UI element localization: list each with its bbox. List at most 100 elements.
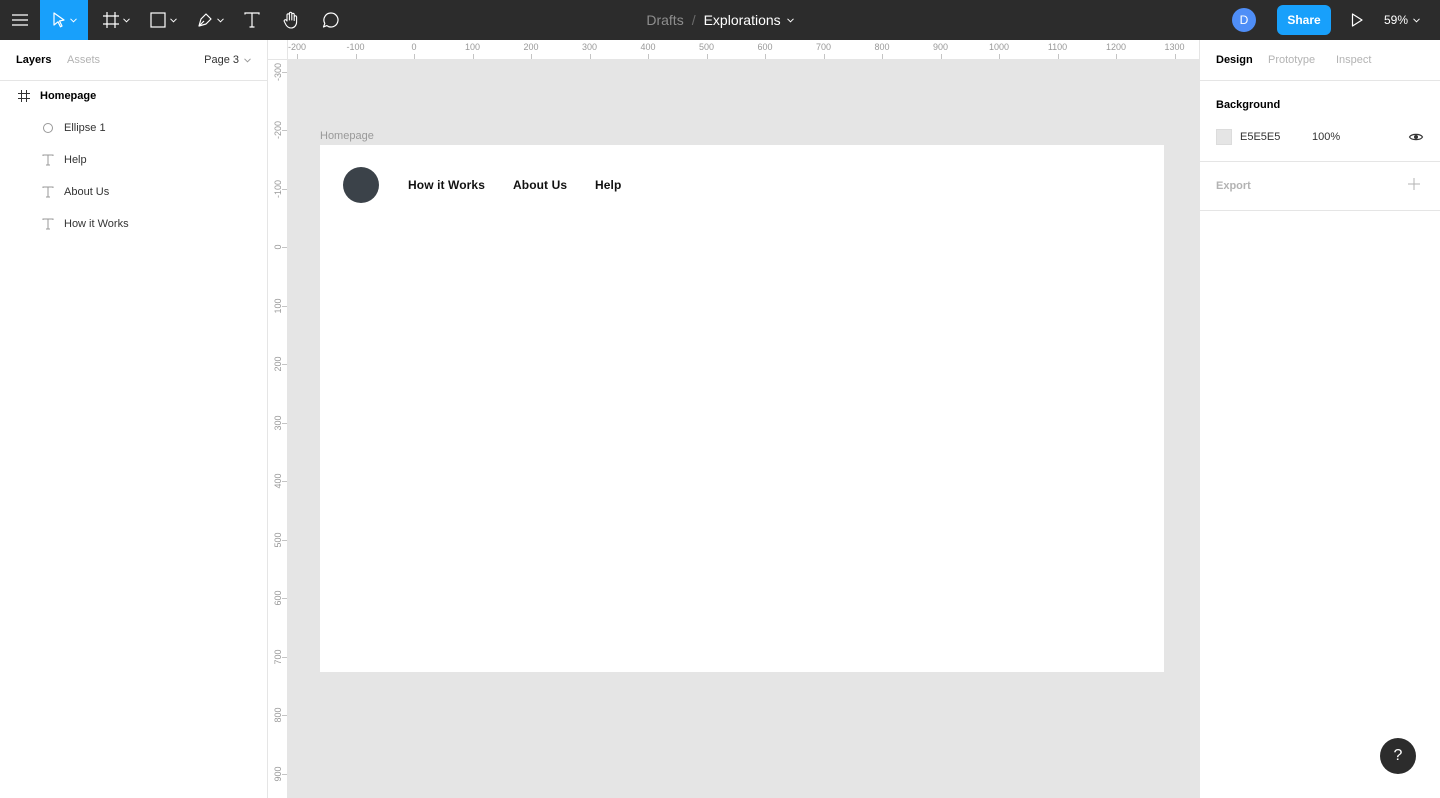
ruler-tick — [1116, 54, 1117, 59]
pen-tool-button[interactable] — [190, 0, 230, 40]
ellipse-icon — [40, 120, 56, 136]
homepage-frame[interactable]: How it Works About Us Help — [320, 145, 1164, 672]
ruler-tick — [282, 130, 287, 131]
layer-help[interactable]: Help — [0, 144, 267, 176]
nav-about-us[interactable]: About Us — [513, 178, 567, 192]
top-toolbar: Drafts / Explorations D Share 59% — [0, 0, 1440, 40]
background-color-swatch[interactable] — [1216, 129, 1232, 145]
hand-tool-button[interactable] — [275, 0, 307, 40]
chevron-down-icon — [786, 17, 794, 23]
ruler-label: 200 — [523, 42, 539, 52]
ruler-tick — [282, 773, 287, 775]
ruler-corner — [268, 40, 288, 60]
ruler-tick — [282, 188, 287, 190]
ruler-label: 600 — [757, 42, 773, 52]
divider — [1200, 210, 1440, 211]
file-name-menu[interactable]: Explorations — [704, 12, 794, 28]
layer-homepage[interactable]: Homepage — [0, 80, 267, 112]
ruler-label: 1000 — [988, 42, 1010, 52]
breadcrumb-separator: / — [691, 12, 696, 28]
comment-icon — [322, 12, 339, 28]
vertical-ruler: -300 -200 -100 0 100 200 300 400 500 600 700 800 900 — [268, 60, 288, 798]
user-avatar[interactable]: D — [1232, 8, 1256, 32]
chevron-down-icon — [244, 57, 251, 63]
layer-label: About Us — [64, 186, 110, 198]
ruler-label: 1300 — [1164, 42, 1185, 52]
present-button[interactable] — [1342, 0, 1372, 40]
divider — [1200, 161, 1440, 162]
ruler-tick — [414, 54, 415, 59]
ruler-label: 400 — [640, 42, 656, 52]
ruler-label: 100 — [464, 42, 481, 52]
ruler-label: 800 — [874, 42, 890, 52]
breadcrumb-drafts[interactable]: Drafts — [646, 12, 683, 28]
ruler-label: 0 — [411, 42, 417, 52]
ruler-tick — [1057, 54, 1059, 59]
frame-tool-button[interactable] — [96, 0, 136, 40]
zoom-menu[interactable]: 59% — [1384, 0, 1420, 40]
share-button[interactable]: Share — [1277, 5, 1331, 35]
page-selector[interactable]: Page 3 — [204, 54, 251, 66]
design-canvas[interactable]: Homepage How it Works About Us Help — [288, 60, 1199, 798]
layer-label: Homepage — [40, 90, 97, 102]
main-menu-button[interactable] — [0, 0, 40, 40]
tab-layers[interactable]: Layers — [16, 54, 51, 66]
background-title: Background — [1216, 99, 1281, 111]
frame-hash-icon — [102, 12, 119, 28]
shape-tool-button[interactable] — [143, 0, 183, 40]
file-name: Explorations — [703, 12, 781, 28]
nav-how-it-works[interactable]: How it Works — [408, 178, 485, 192]
ruler-tick — [589, 54, 591, 59]
ruler-tick — [355, 54, 357, 59]
zoom-level: 59% — [1384, 13, 1409, 27]
nav-help[interactable]: Help — [595, 178, 621, 192]
background-hex-input[interactable]: E5E5E5 — [1240, 131, 1280, 143]
move-tool-button[interactable] — [40, 0, 88, 40]
help-button[interactable]: ? — [1380, 738, 1416, 774]
plus-icon[interactable] — [1408, 178, 1420, 190]
eye-icon[interactable] — [1408, 129, 1424, 145]
background-opacity-input[interactable]: 100% — [1312, 131, 1340, 143]
ruler-tick — [282, 305, 287, 307]
chevron-down-icon — [69, 17, 77, 23]
ruler-tick — [282, 247, 287, 248]
chevron-down-icon — [169, 17, 177, 23]
layer-label: How it Works — [64, 218, 129, 230]
layer-ellipse-1[interactable]: Ellipse 1 — [0, 112, 267, 144]
chevron-down-icon — [216, 17, 224, 23]
chevron-down-icon — [1413, 17, 1420, 23]
ruler-tick — [282, 481, 287, 482]
cursor-icon — [52, 12, 65, 28]
chevron-down-icon — [122, 17, 130, 23]
text-icon — [40, 184, 56, 200]
ruler-label: -100 — [346, 42, 365, 52]
ruler-tick — [297, 54, 298, 59]
ruler-tick — [882, 54, 883, 59]
ruler-tick — [706, 54, 708, 59]
text-icon — [244, 12, 260, 28]
frame-hash-icon — [16, 88, 32, 104]
ruler-label: 900 — [932, 42, 949, 52]
tab-inspect[interactable]: Inspect — [1336, 54, 1371, 66]
ellipse-1[interactable] — [343, 167, 379, 203]
ruler-tick — [282, 539, 287, 541]
ruler-tick — [765, 54, 766, 59]
ruler-tick — [282, 422, 287, 424]
ruler-label: 1200 — [1105, 42, 1127, 52]
layer-about-us[interactable]: About Us — [0, 176, 267, 208]
tab-prototype[interactable]: Prototype — [1268, 54, 1315, 66]
pen-icon — [197, 13, 212, 27]
frame-label[interactable]: Homepage — [320, 130, 374, 142]
text-tool-button[interactable] — [236, 0, 268, 40]
comment-tool-button[interactable] — [315, 0, 347, 40]
layer-how-it-works[interactable]: How it Works — [0, 208, 267, 240]
ruler-label: 1100 — [1047, 42, 1068, 52]
layers-panel: Layers Assets Page 3 Homepage Ellipse 1 … — [0, 40, 268, 798]
export-title: Export — [1216, 180, 1251, 192]
tab-design[interactable]: Design — [1216, 54, 1253, 66]
tab-assets[interactable]: Assets — [67, 54, 100, 66]
ruler-tick — [531, 54, 532, 59]
ruler-tick — [282, 598, 287, 599]
page-label: Page 3 — [204, 54, 239, 66]
rectangle-icon — [149, 12, 166, 28]
